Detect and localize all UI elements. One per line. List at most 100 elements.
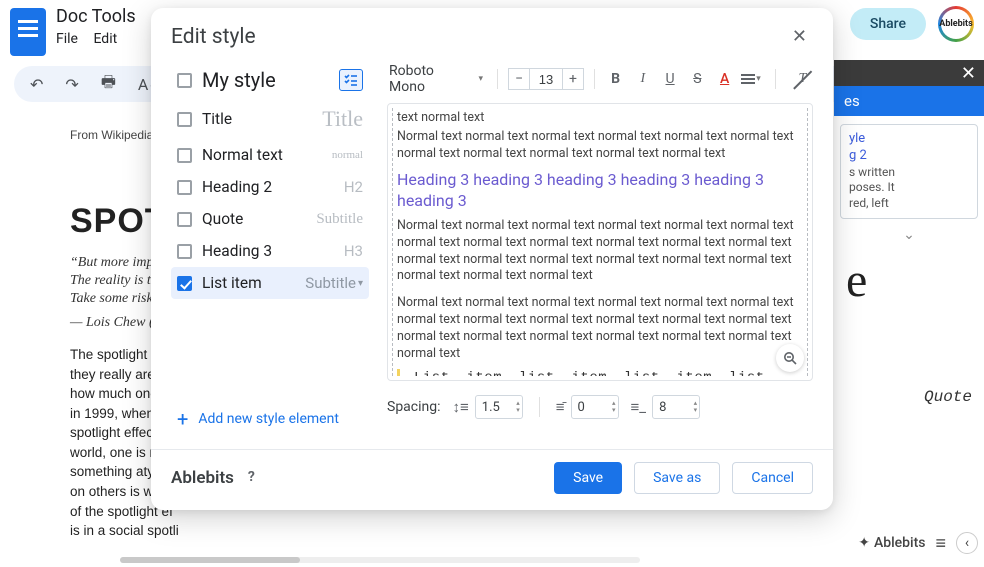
card-desc-line: s written bbox=[849, 165, 969, 181]
clear-formatting-button[interactable]: T bbox=[792, 71, 813, 87]
style-row-quote[interactable]: Quote Subtitle bbox=[171, 203, 369, 235]
docs-logo-icon[interactable] bbox=[10, 8, 46, 56]
brand-mini[interactable]: ✦ Ablebits bbox=[858, 535, 925, 551]
checkbox-icon[interactable] bbox=[177, 112, 192, 127]
increase-size-button[interactable]: + bbox=[562, 68, 584, 90]
line-spacing-group: ↕≡ 1.5 ▴▾ bbox=[453, 395, 523, 419]
style-row-mystyle[interactable]: My style bbox=[171, 61, 369, 99]
horizontal-scrollbar[interactable] bbox=[120, 557, 640, 563]
save-as-button[interactable]: Save as bbox=[634, 462, 720, 494]
stepper-arrows-icon[interactable]: ▴▾ bbox=[612, 400, 616, 414]
style-row-normal-text[interactable]: Normal text normal bbox=[171, 139, 369, 171]
checklist-icon[interactable] bbox=[339, 69, 363, 91]
style-preview-pane: text normal text Normal text normal text… bbox=[387, 103, 813, 381]
dropdown-icon[interactable]: ▾ bbox=[358, 278, 363, 289]
add-style-label: Add new style element bbox=[198, 411, 339, 427]
brand-icon: ✦ bbox=[858, 535, 870, 551]
add-style-element-button[interactable]: + Add new style element bbox=[171, 399, 369, 433]
style-row-title[interactable]: Title Title bbox=[171, 99, 369, 139]
collapse-panel-button[interactable]: ‹ bbox=[956, 532, 978, 554]
space-before-icon: ≡̄ bbox=[556, 398, 565, 416]
close-icon[interactable]: ✕ bbox=[961, 63, 976, 84]
style-preview-label: H3 bbox=[344, 242, 363, 260]
avatar[interactable]: Ablebits bbox=[938, 6, 974, 42]
style-preview-label: Title bbox=[322, 106, 363, 132]
preview-quote-label: Quote bbox=[834, 388, 984, 406]
checkbox-icon[interactable] bbox=[177, 244, 192, 259]
align-button[interactable]: ▾ bbox=[741, 74, 765, 84]
modal-body: My style Title Title Normal text normal bbox=[171, 61, 813, 433]
separator bbox=[497, 69, 498, 89]
style-preview-text: Subtitle bbox=[305, 274, 356, 292]
undo-icon[interactable]: ↶ bbox=[30, 75, 43, 94]
menu-icon[interactable]: ≡ bbox=[935, 533, 946, 554]
font-family-select[interactable]: Roboto Mono bbox=[387, 61, 472, 97]
dropdown-icon[interactable]: ▾ bbox=[478, 74, 483, 84]
style-list: My style Title Title Normal text normal bbox=[171, 61, 369, 433]
help-button[interactable]: ? bbox=[248, 469, 266, 487]
font-size-input[interactable] bbox=[530, 68, 562, 90]
app-bar-right: Share Ablebits bbox=[850, 6, 974, 42]
underline-button[interactable]: U bbox=[659, 71, 680, 87]
space-before-input[interactable]: 0 ▴▾ bbox=[571, 395, 619, 419]
checkbox-icon[interactable] bbox=[177, 73, 192, 88]
line-spacing-input[interactable]: 1.5 ▴▾ bbox=[475, 395, 523, 419]
style-preview-label[interactable]: Subtitle ▾ bbox=[305, 274, 363, 292]
style-preview-content[interactable]: text normal text Normal text normal text… bbox=[392, 108, 808, 376]
preview-glyph: e bbox=[834, 253, 984, 308]
stepper-arrows-icon[interactable]: ▴▾ bbox=[694, 400, 698, 414]
right-panel-footer: ✦ Ablebits ≡ ‹ bbox=[858, 532, 978, 554]
style-preview-label: Subtitle bbox=[316, 211, 363, 228]
menu-file[interactable]: File bbox=[56, 31, 78, 47]
redo-icon[interactable]: ↷ bbox=[65, 75, 78, 94]
stepper-arrows-icon[interactable]: ▴▾ bbox=[516, 400, 520, 414]
right-panel-header: ✕ bbox=[834, 60, 984, 86]
style-row-list-item[interactable]: List item Subtitle ▾ bbox=[171, 267, 369, 299]
modal-close-button[interactable]: ✕ bbox=[786, 22, 813, 51]
space-after-icon: ≡_ bbox=[631, 398, 647, 416]
checkbox-icon[interactable] bbox=[177, 180, 192, 195]
preview-paragraph: Normal text normal text normal text norm… bbox=[397, 218, 803, 286]
share-button[interactable]: Share bbox=[850, 8, 926, 40]
brand-label: Ablebits bbox=[874, 535, 926, 551]
font-size-stepper: − + bbox=[508, 68, 584, 90]
card-desc-line: poses. It bbox=[849, 180, 969, 196]
checkbox-icon[interactable] bbox=[177, 148, 192, 163]
separator bbox=[594, 69, 595, 89]
right-panel-tab[interactable]: es bbox=[834, 86, 984, 116]
preview-paragraph: Normal text normal text normal text norm… bbox=[397, 295, 803, 363]
cancel-button[interactable]: Cancel bbox=[732, 462, 813, 494]
checkbox-icon[interactable] bbox=[177, 276, 192, 291]
print-icon[interactable]: 🖶 bbox=[101, 71, 116, 98]
decrease-size-button[interactable]: − bbox=[508, 68, 530, 90]
spacing-label: Spacing: bbox=[387, 399, 441, 415]
style-row-heading-3[interactable]: Heading 3 H3 bbox=[171, 235, 369, 267]
space-after-input[interactable]: 8 ▴▾ bbox=[652, 395, 700, 419]
bold-button[interactable]: B bbox=[605, 71, 626, 87]
menu-edit[interactable]: Edit bbox=[93, 31, 117, 47]
save-button[interactable]: Save bbox=[554, 462, 622, 494]
format-toolbar: Roboto Mono ▾ − + B I U S A bbox=[387, 61, 813, 97]
line-spacing-icon: ↕≡ bbox=[453, 398, 469, 416]
modal-footer: Ablebits ? Save Save as Cancel bbox=[171, 462, 813, 494]
card-title-line: g 2 bbox=[849, 148, 969, 165]
preview-list-item: List item list item list item list item … bbox=[397, 369, 803, 376]
document-title[interactable]: Doc Tools bbox=[56, 6, 136, 27]
space-before-value: 0 bbox=[578, 400, 585, 415]
checkbox-icon[interactable] bbox=[177, 212, 192, 227]
card-title-line: yle bbox=[849, 131, 969, 148]
space-after-group: ≡_ 8 ▴▾ bbox=[631, 395, 701, 419]
style-row-heading-2[interactable]: Heading 2 H2 bbox=[171, 171, 369, 203]
italic-button[interactable]: I bbox=[632, 71, 653, 87]
style-preview-label: normal bbox=[332, 149, 363, 161]
strikethrough-button[interactable]: S bbox=[687, 71, 708, 87]
chevron-down-icon[interactable]: ⌄ bbox=[834, 227, 984, 243]
zoom-button[interactable] bbox=[776, 344, 804, 372]
style-name: Heading 3 bbox=[202, 242, 272, 260]
footer-actions: Save Save as Cancel bbox=[554, 462, 813, 494]
right-panel-card[interactable]: yle g 2 s written poses. It red, left bbox=[840, 124, 978, 219]
text-color-button[interactable]: A bbox=[714, 71, 735, 87]
line-spacing-value: 1.5 bbox=[482, 400, 500, 415]
card-desc-line: red, left bbox=[849, 196, 969, 212]
style-name: My style bbox=[202, 68, 276, 92]
